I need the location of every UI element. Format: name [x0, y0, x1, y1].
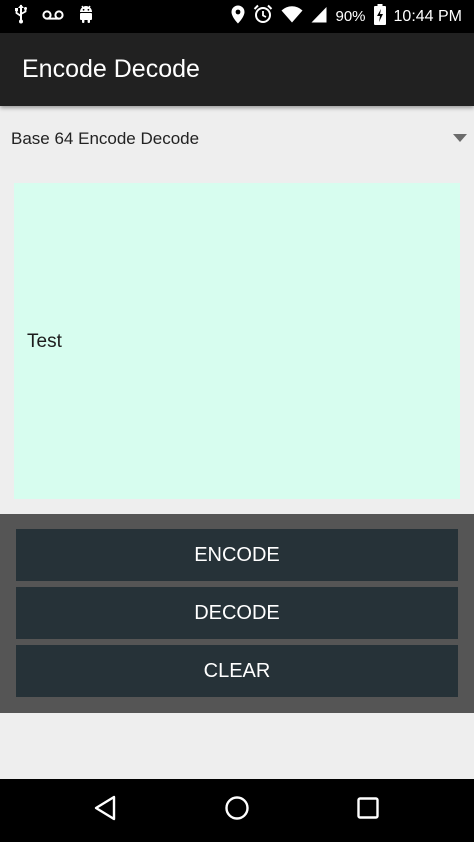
- battery-charging-icon: [373, 3, 386, 30]
- back-button[interactable]: [75, 779, 135, 842]
- navigation-bar: [0, 779, 474, 842]
- home-button[interactable]: [207, 779, 267, 842]
- input-text-value: Test: [27, 331, 62, 352]
- app-title: Encode Decode: [22, 55, 200, 83]
- status-time: 10:44 PM: [393, 8, 462, 25]
- input-text-area[interactable]: Test: [14, 183, 460, 499]
- spinner-selected-value: Base 64 Encode Decode: [11, 129, 200, 148]
- signal-icon: [311, 6, 327, 28]
- decode-button[interactable]: DECODE: [16, 587, 458, 639]
- wifi-icon: [281, 5, 303, 28]
- battery-percent: 90%: [335, 8, 366, 25]
- android-icon: [78, 5, 94, 28]
- usb-icon: [14, 4, 28, 29]
- clear-button[interactable]: CLEAR: [16, 645, 458, 697]
- recents-button[interactable]: [338, 779, 398, 842]
- mode-spinner[interactable]: Base 64 Encode Decode: [0, 108, 474, 168]
- status-bar: 90% 10:44 PM: [0, 0, 474, 33]
- location-icon: [231, 5, 245, 29]
- encode-button[interactable]: ENCODE: [16, 529, 458, 581]
- status-bar-right: 90% 10:44 PM: [231, 0, 462, 33]
- voicemail-icon: [42, 8, 64, 26]
- alarm-icon: [253, 4, 273, 29]
- status-bar-left: [14, 0, 94, 33]
- back-icon: [93, 795, 117, 826]
- recents-icon: [356, 796, 380, 825]
- app-bar: Encode Decode: [0, 33, 474, 106]
- home-icon: [224, 795, 250, 826]
- dropdown-arrow-icon: [453, 134, 467, 142]
- button-panel: ENCODE DECODE CLEAR: [0, 514, 474, 713]
